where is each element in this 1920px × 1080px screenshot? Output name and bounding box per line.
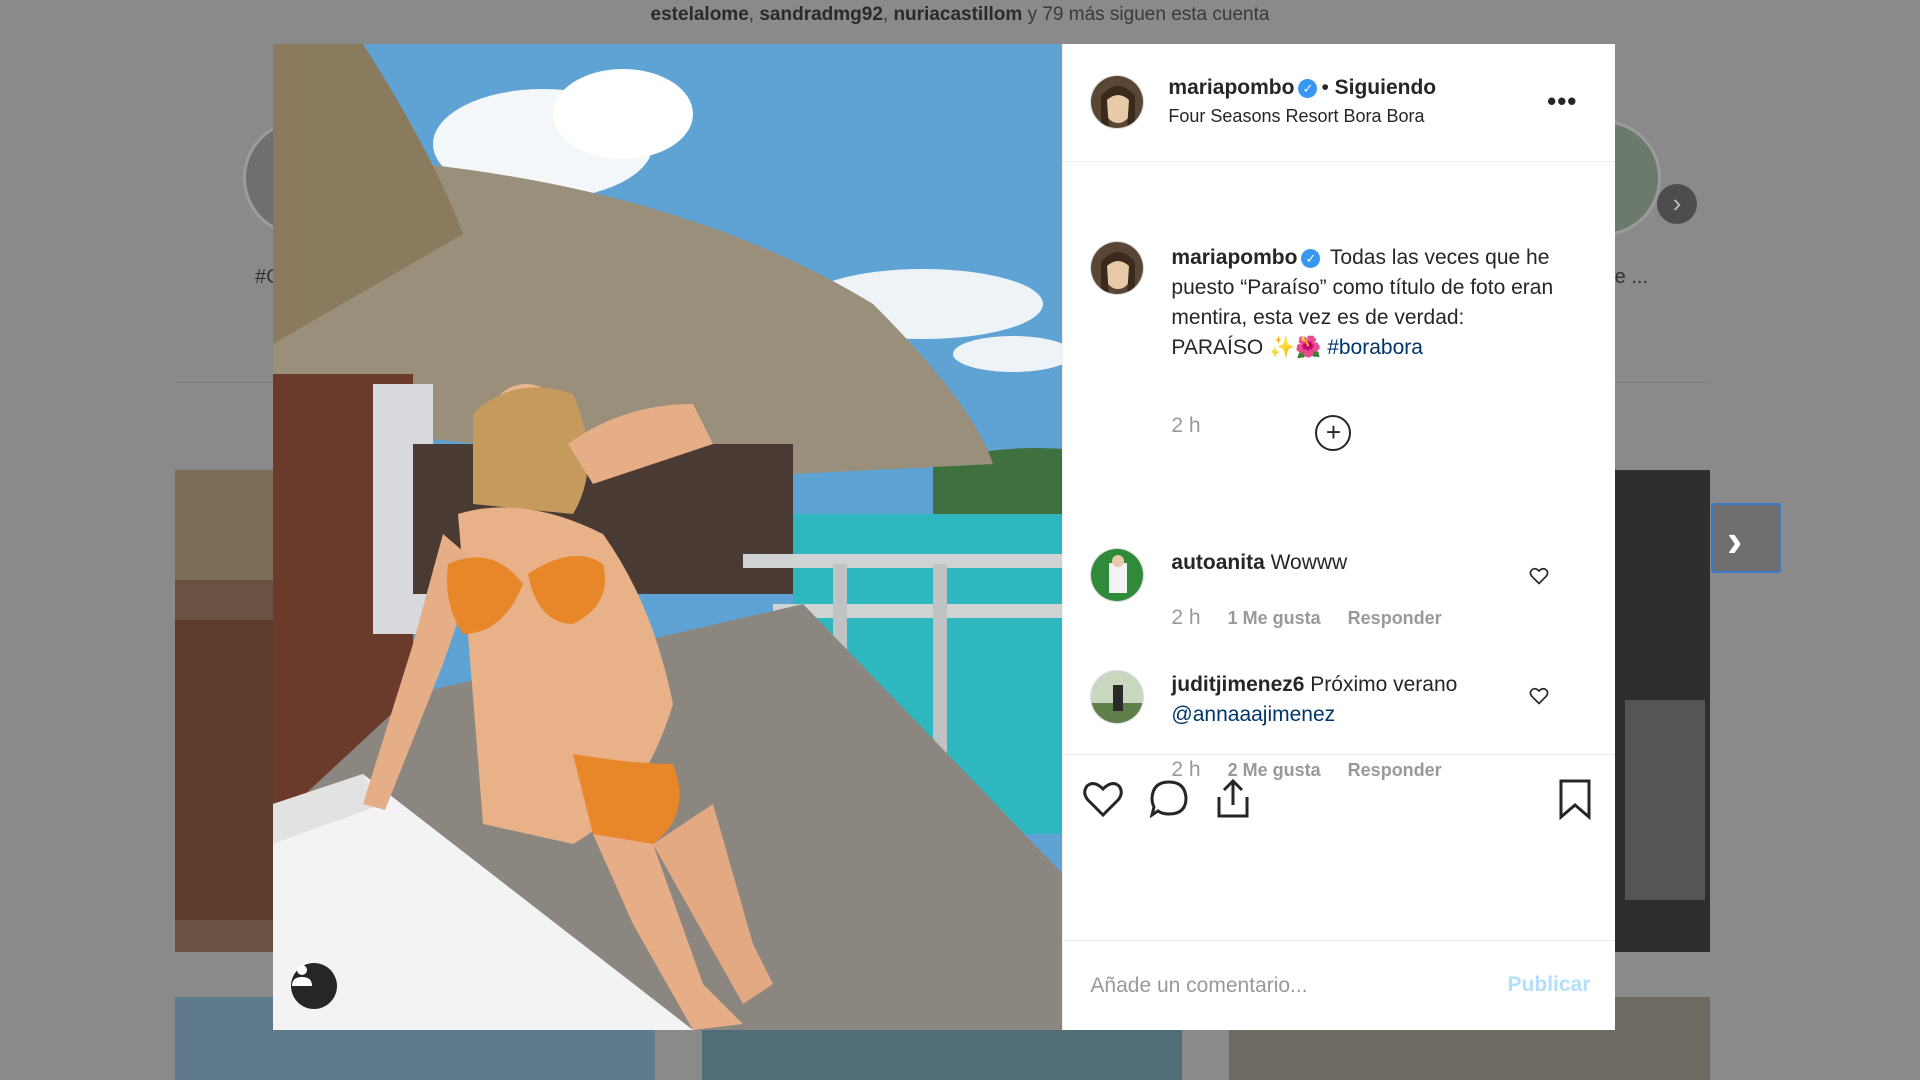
photo-illustration (273, 44, 1063, 1030)
post-photo[interactable] (273, 44, 1063, 1030)
person-icon (292, 965, 312, 986)
caption-avatar[interactable] (1090, 241, 1145, 295)
followed-by-text: estelalome, sandradmg92, nuriacastillom … (650, 4, 1270, 25)
post-header: mariapombo ✓ • Siguiendo Four Seasons Reso… (1063, 44, 1616, 162)
caption-time[interactable]: 2 h (1171, 414, 1200, 438)
post-modal: mariapombo ✓ • Siguiendo Four Seasons Reso… (273, 44, 1616, 1031)
comment-text: juditjimenez6 Próximo verano @annaaajime… (1171, 670, 1541, 730)
location-link[interactable]: Four Seasons Resort Bora Bora (1168, 106, 1424, 127)
header-user-row: mariapombo ✓ • Siguiendo (1168, 76, 1436, 100)
comment-body: Wowww (1270, 551, 1348, 574)
heart-icon[interactable] (1529, 566, 1549, 586)
follower-1[interactable]: estelalome (651, 4, 749, 25)
hashtag-link[interactable]: #borabora (1327, 336, 1423, 359)
reply-button[interactable]: Responder (1348, 608, 1442, 628)
add-comment-bar: Publicar (1063, 940, 1616, 1031)
followed-by-rest[interactable]: y 79 más siguen esta cuenta (1028, 4, 1270, 25)
comment-input[interactable] (1088, 965, 1473, 1007)
comment-username[interactable]: juditjimenez6 (1171, 673, 1304, 696)
comment-time[interactable]: 2 h (1171, 606, 1200, 629)
caption-text: mariapombo ✓ Todas las veces que he puest… (1171, 243, 1571, 363)
avatar-image (1091, 242, 1144, 294)
post-side-panel: mariapombo ✓ • Siguiendo Four Seasons Reso… (1062, 44, 1616, 1031)
chevron-right-icon: › (1672, 188, 1682, 218)
grid-post-right[interactable] (1615, 470, 1710, 952)
verified-badge-icon: ✓ (1298, 78, 1318, 98)
chevron-right-icon: › (1727, 514, 1743, 566)
comment-bubble-icon[interactable] (1147, 777, 1191, 821)
next-post-button[interactable]: › (1711, 503, 1781, 573)
follower-2[interactable]: sandradmg92 (759, 4, 883, 25)
avatar-image (1091, 76, 1144, 128)
header-username[interactable]: mariapombo (1168, 76, 1294, 99)
comment-meta: 2 h 1 Me gusta Responder (1171, 606, 1441, 630)
load-more-comments-button[interactable]: + (1315, 415, 1352, 451)
caption-username[interactable]: mariapombo (1171, 246, 1297, 269)
more-options-icon[interactable]: ••• (1547, 86, 1577, 117)
avatar-image (1091, 549, 1144, 601)
publish-button[interactable]: Publicar (1508, 973, 1591, 997)
following-button[interactable]: Siguiendo (1335, 76, 1437, 99)
comment-likes[interactable]: 1 Me gusta (1228, 608, 1321, 628)
comment-avatar[interactable] (1090, 670, 1145, 724)
grid-post-left[interactable] (175, 470, 275, 952)
tagged-users-button[interactable] (291, 963, 337, 1009)
verified-badge-icon: ✓ (1301, 248, 1321, 268)
stories-next-button[interactable]: › (1657, 184, 1697, 224)
share-icon[interactable] (1211, 777, 1255, 821)
comment-body: Próximo verano (1310, 673, 1458, 696)
separator-dot: • (1321, 76, 1329, 99)
comment-avatar[interactable] (1090, 548, 1145, 602)
caption-line2: PARAÍSO ✨🌺 (1171, 336, 1322, 359)
avatar-image (1091, 671, 1144, 723)
follower-3[interactable]: nuriacastillom (893, 4, 1022, 25)
like-heart-icon[interactable] (1081, 777, 1125, 821)
avatar[interactable] (1090, 75, 1145, 129)
mention-link[interactable]: @annaaajimenez (1171, 703, 1335, 726)
heart-icon[interactable] (1529, 686, 1549, 706)
bookmark-icon[interactable] (1553, 777, 1597, 821)
action-bar (1063, 754, 1616, 821)
comment-username[interactable]: autoanita (1171, 551, 1264, 574)
comment-text: autoanita Wowww (1171, 548, 1541, 578)
